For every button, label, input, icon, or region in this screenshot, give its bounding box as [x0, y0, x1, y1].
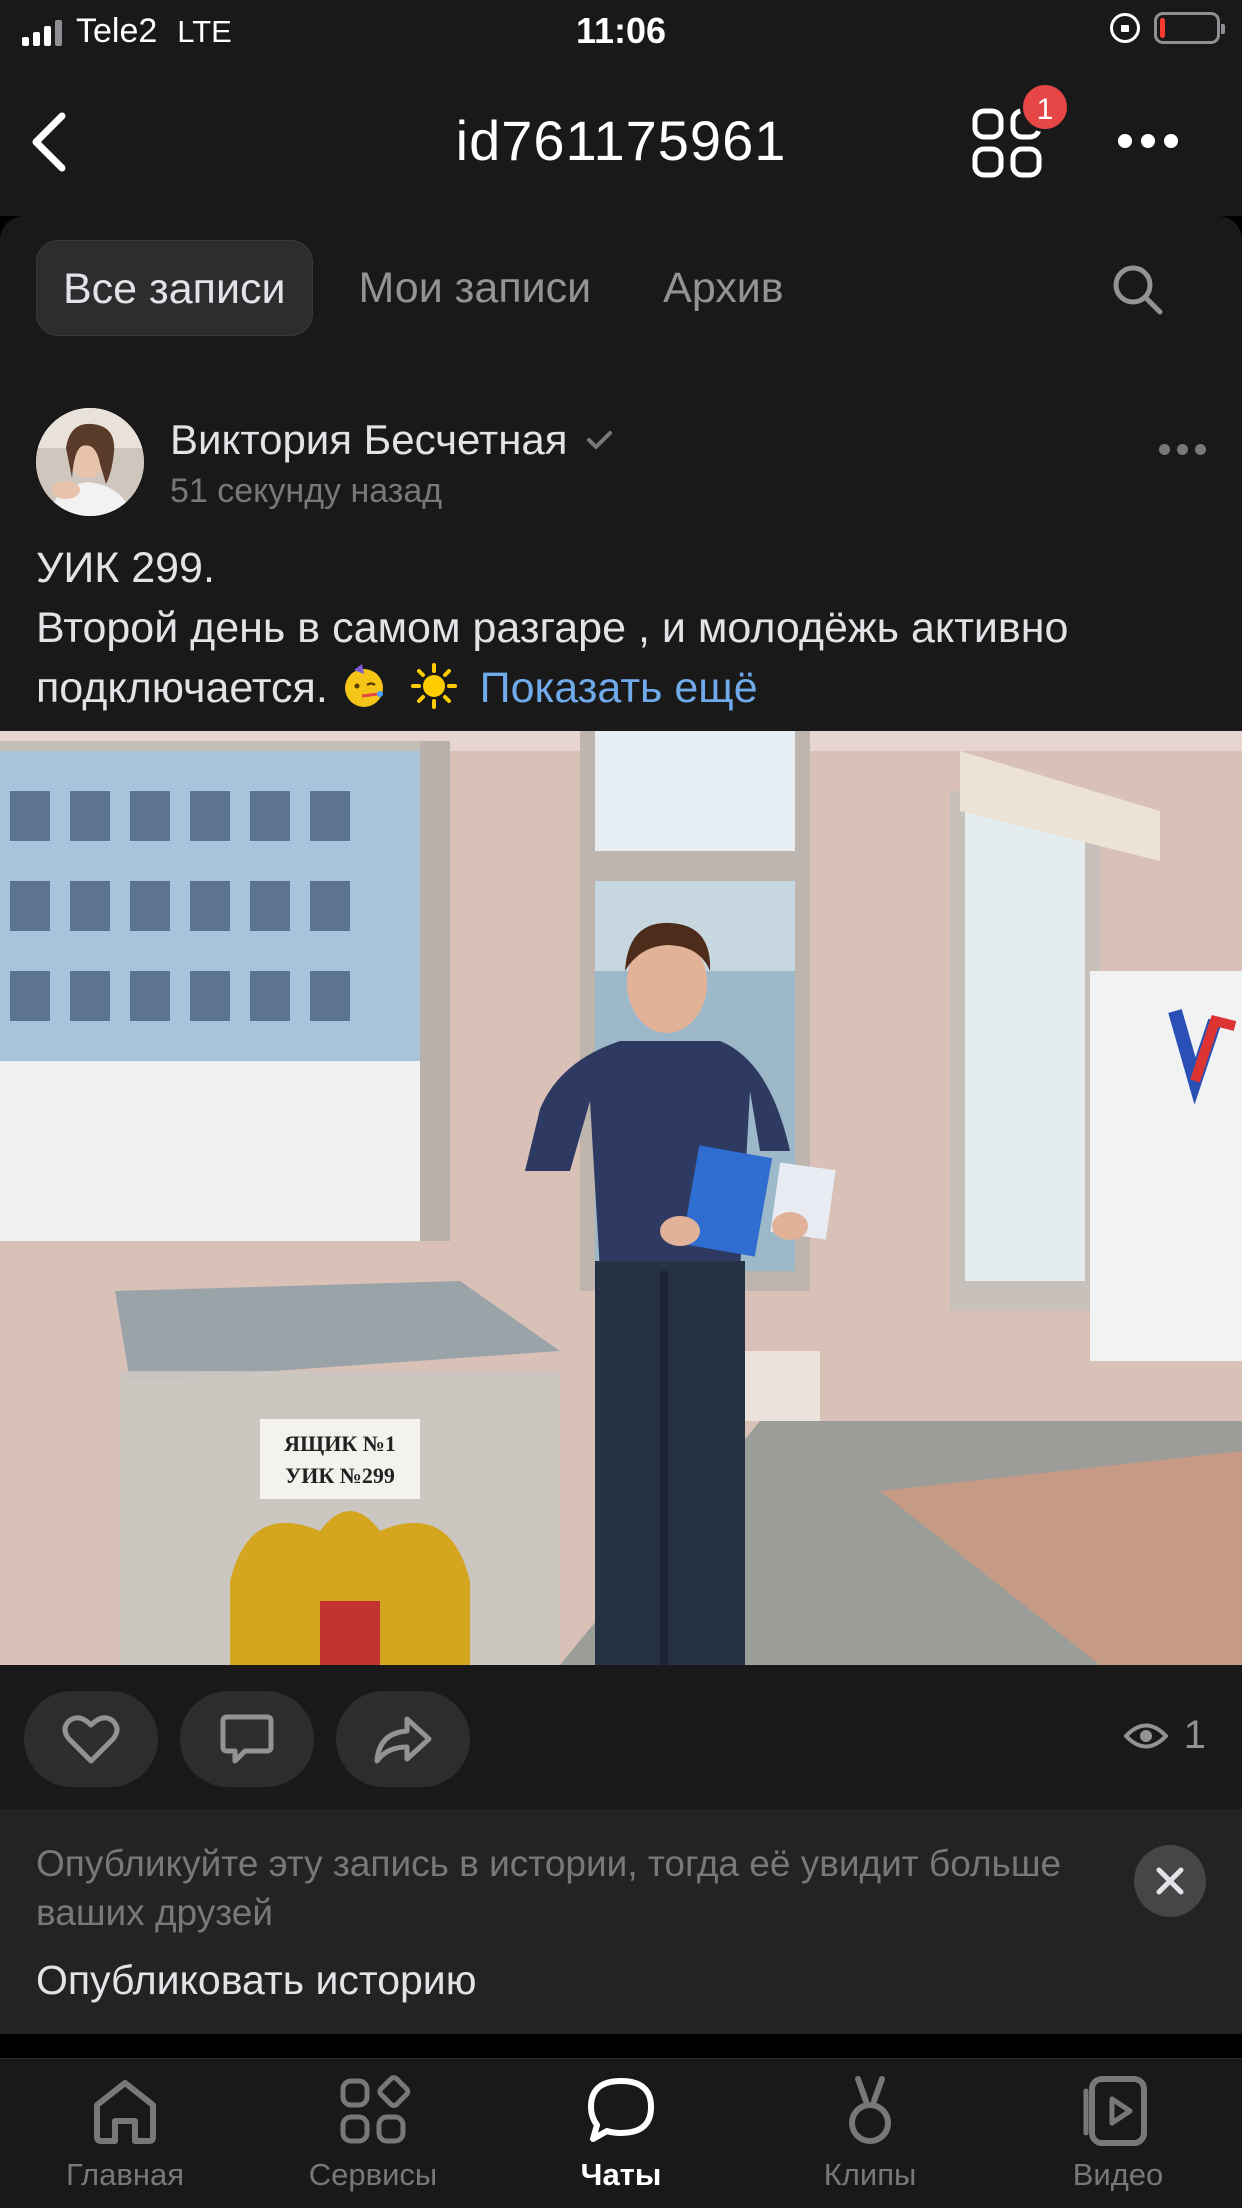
heart-icon [62, 1715, 120, 1764]
status-time: 11:06 [575, 10, 667, 51]
dot-icon [1141, 134, 1155, 148]
coat-of-arms-icon [230, 1511, 470, 1665]
home-icon [94, 2080, 156, 2144]
battery-icon [1154, 12, 1225, 44]
tabbar-item-clips[interactable]: Клипы [770, 2071, 970, 2193]
dot-icon [1164, 134, 1178, 148]
share-icon [374, 1716, 432, 1764]
comment-icon [220, 1714, 274, 1764]
wall-card: Все записи Мои записи Архив Виктория Бес… [0, 216, 1242, 2034]
post-text: УИК 299. Второй день в самом разгаре , и… [36, 538, 1216, 718]
post-text-line: УИК 299. [36, 544, 215, 592]
party-face-emoji-icon [344, 664, 383, 707]
dot-icon [1159, 444, 1170, 455]
post-photo[interactable]: ЯЩИК №1 УИК №299 [0, 731, 1242, 1665]
chat-icon [588, 2078, 654, 2142]
comment-button[interactable] [180, 1691, 314, 1787]
sun-emoji-icon [410, 663, 457, 709]
top-header: id761175961 1 [0, 62, 1242, 216]
tabbar-label: Клипы [823, 2157, 917, 2192]
story-promo: Опубликуйте эту запись в истории, тогда … [0, 1809, 1242, 2034]
dot-icon [1177, 444, 1188, 455]
ballot-box-label: УИК №299 [285, 1463, 395, 1488]
search-button[interactable] [1110, 262, 1166, 318]
avatar-photo [36, 408, 144, 516]
tab-archive[interactable]: Архив [637, 240, 809, 336]
author-name: Виктория Бесчетная [170, 416, 568, 463]
dot-icon [1118, 134, 1132, 148]
views-counter: 1 [1123, 1713, 1206, 1758]
post-text-line: подключается. [36, 664, 328, 712]
tabbar-item-home[interactable]: Главная [25, 2071, 225, 2193]
rotation-lock-icon [1110, 13, 1140, 43]
tabbar-label: Главная [66, 2157, 184, 2192]
post-timestamp[interactable]: 51 секунду назад [170, 472, 442, 511]
tabbar-label: Чаты [580, 2157, 662, 2192]
video-icon [1083, 2076, 1147, 2146]
tabbar-label: Видео [1072, 2157, 1164, 2192]
search-icon [1113, 265, 1163, 315]
publish-story-button[interactable]: Опубликовать историю [36, 1957, 476, 2004]
status-bar: Tele2 LTE 11:06 [0, 0, 1242, 62]
views-count: 1 [1183, 1713, 1206, 1757]
tabbar-label: Сервисы [308, 2157, 438, 2192]
post-actions: 1 [0, 1665, 1242, 1807]
dot-icon [1195, 444, 1206, 455]
post-text-line: Второй день в самом разгаре , и молодёжь… [36, 604, 1069, 652]
eye-icon [1123, 1723, 1168, 1748]
share-button[interactable] [336, 1691, 470, 1787]
like-button[interactable] [24, 1691, 158, 1787]
tabbar-item-services[interactable]: Сервисы [273, 2071, 473, 2193]
bottom-tab-bar: Главная Сервисы Чаты Клипы Видео [0, 2058, 1242, 2208]
tab-all-posts[interactable]: Все записи [36, 240, 313, 336]
tabbar-item-video[interactable]: Видео [1018, 2071, 1218, 2193]
post-header: Виктория Бесчетная 51 секунду назад [36, 408, 1206, 518]
tab-my-posts[interactable]: Мои записи [333, 240, 618, 336]
services-icon [340, 2075, 411, 2144]
polling-station-photo: ЯЩИК №1 УИК №299 [0, 731, 1242, 1665]
promo-close-button[interactable] [1134, 1845, 1206, 1917]
promo-text: Опубликуйте эту запись в истории, тогда … [36, 1843, 1062, 1933]
notification-badge: 1 [1020, 82, 1070, 132]
wall-tabs: Все записи Мои записи Архив [36, 240, 830, 336]
status-right [1110, 12, 1225, 44]
post-more-button[interactable] [1159, 444, 1206, 455]
avatar[interactable] [36, 408, 144, 516]
post-author[interactable]: Виктория Бесчетная [170, 416, 614, 464]
show-more-link[interactable]: Показать ещё [480, 664, 758, 712]
ballot-box-label: ЯЩИК №1 [284, 1431, 396, 1456]
close-icon [1156, 1867, 1184, 1895]
clips-icon [849, 2076, 891, 2144]
more-options-button[interactable] [1118, 134, 1178, 148]
verified-check-icon [586, 431, 612, 449]
tabbar-item-chats[interactable]: Чаты [521, 2071, 721, 2193]
